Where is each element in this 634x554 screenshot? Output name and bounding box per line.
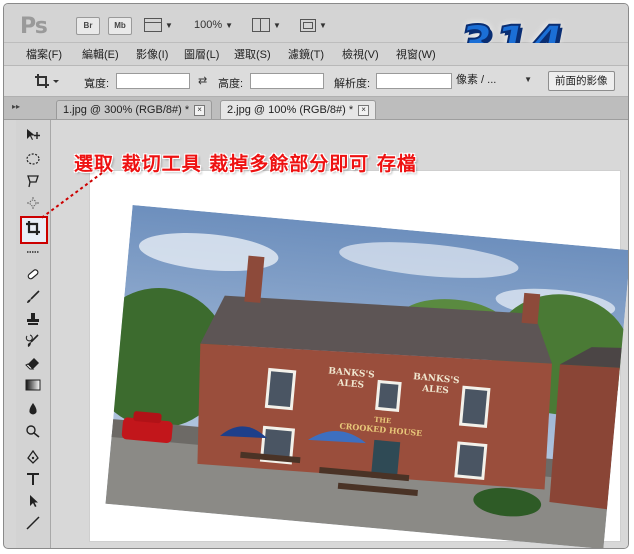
- rotated-photo: BANKS'S ALES BANKS'S ALES THE CROOKED HO…: [105, 204, 628, 548]
- mini-bridge-button[interactable]: Mb: [108, 17, 132, 35]
- arrange-documents-dropdown[interactable]: ▼: [252, 16, 281, 35]
- menu-image[interactable]: 影像(I): [136, 46, 168, 62]
- height-input[interactable]: [250, 73, 324, 89]
- menu-filter[interactable]: 濾鏡(T): [288, 46, 324, 62]
- collapse-panel-icon[interactable]: ▸▸: [12, 102, 20, 111]
- menu-view[interactable]: 檢視(V): [342, 46, 379, 62]
- pub-photo-image: BANKS'S ALES BANKS'S ALES THE CROOKED HO…: [105, 204, 628, 548]
- resolution-unit-select[interactable]: 像素 / ... ▼: [456, 73, 534, 87]
- dodge-tool-icon[interactable]: [24, 422, 42, 439]
- instruction-annotation: 選取 裁切工具 裁掉多餘部分即可 存檔: [74, 153, 417, 175]
- screen-mode-icon: [300, 18, 316, 32]
- close-icon[interactable]: ×: [194, 104, 206, 116]
- brush-tool-icon[interactable]: [24, 288, 42, 305]
- chevron-down-icon: ▼: [319, 21, 327, 30]
- blur-tool-icon[interactable]: [24, 400, 42, 417]
- document-canvas[interactable]: BANKS'S ALES BANKS'S ALES THE CROOKED HO…: [89, 170, 628, 548]
- zoom-dropdown[interactable]: 100% ▼: [194, 16, 233, 35]
- close-icon[interactable]: ×: [358, 104, 370, 116]
- pen-tool-icon[interactable]: [24, 448, 42, 465]
- document-tabs-bar: ▸▸ 1.jpg @ 300% (RGB/8#) * × 2.jpg @ 100%…: [4, 97, 628, 120]
- clone-stamp-tool-icon[interactable]: [24, 310, 42, 327]
- menu-bar: 檔案(F) 編輯(E) 影像(I) 圖層(L) 選取(S) 濾鏡(T) 檢視(V…: [4, 43, 628, 66]
- view-extras-dropdown[interactable]: ▼: [144, 16, 173, 35]
- zoom-value: 100%: [194, 19, 223, 31]
- chevron-down-icon: ▼: [225, 21, 234, 30]
- screenshot-frame: Ps Br Mb ▼ 100%▼ ▼ ▼ 314 檔案(F) 編輯(E) 影像(…: [3, 3, 629, 549]
- move-tool-icon[interactable]: [24, 126, 42, 143]
- eraser-tool-icon[interactable]: [24, 354, 42, 371]
- menu-file[interactable]: 檔案(F): [26, 46, 62, 62]
- arrange-documents-icon: [252, 18, 270, 33]
- history-brush-tool-icon[interactable]: [24, 332, 42, 349]
- view-extras-icon: [144, 18, 162, 33]
- type-tool-icon[interactable]: [24, 470, 42, 487]
- width-input[interactable]: [116, 73, 190, 89]
- photoshop-logo: Ps: [20, 14, 48, 39]
- resolution-label: 解析度:: [334, 78, 371, 90]
- menu-edit[interactable]: 編輯(E): [82, 46, 119, 62]
- tab-document-2[interactable]: 2.jpg @ 100% (RGB/8#) * ×: [220, 100, 377, 119]
- options-bar: 寬度: ⇄ 高度: 解析度: 像素 / ... ▼ 前面的影像: [4, 66, 628, 97]
- chevron-down-icon: ▼: [165, 21, 173, 30]
- menu-window[interactable]: 視窗(W): [396, 46, 436, 62]
- line-tool-icon[interactable]: [24, 514, 42, 531]
- application-bar: Ps Br Mb ▼ 100%▼ ▼ ▼ 314: [4, 4, 628, 73]
- annotation-pointer-line: [39, 172, 103, 220]
- resolution-input[interactable]: [376, 73, 452, 89]
- healing-brush-tool-icon[interactable]: [24, 266, 42, 283]
- eyedropper-tool-icon[interactable]: [24, 242, 42, 259]
- canvas-area[interactable]: BANKS'S ALES BANKS'S ALES THE CROOKED HO…: [51, 120, 628, 548]
- chevron-down-icon: ▼: [524, 75, 532, 84]
- gradient-tool-icon[interactable]: [24, 376, 42, 393]
- height-label: 高度:: [218, 78, 244, 90]
- front-image-button[interactable]: 前面的影像: [548, 71, 615, 91]
- crop-tool-preset-icon[interactable]: [34, 73, 60, 94]
- bridge-button[interactable]: Br: [76, 17, 100, 35]
- chevron-down-icon: ▼: [273, 21, 281, 30]
- resolution-unit-value: 像素 / ...: [456, 74, 497, 86]
- tab-document-1[interactable]: 1.jpg @ 300% (RGB/8#) * ×: [56, 100, 213, 119]
- tab-label: 1.jpg @ 300% (RGB/8#) *: [63, 104, 190, 116]
- path-selection-tool-icon[interactable]: [24, 492, 42, 509]
- marquee-tool-icon[interactable]: [24, 150, 42, 167]
- menu-layer[interactable]: 圖層(L): [184, 46, 219, 62]
- width-label: 寬度:: [84, 78, 110, 90]
- screen-mode-dropdown[interactable]: ▼: [300, 16, 327, 35]
- tab-label: 2.jpg @ 100% (RGB/8#) *: [227, 104, 354, 116]
- swap-dimensions-icon[interactable]: ⇄: [198, 74, 207, 87]
- menu-select[interactable]: 選取(S): [234, 46, 271, 62]
